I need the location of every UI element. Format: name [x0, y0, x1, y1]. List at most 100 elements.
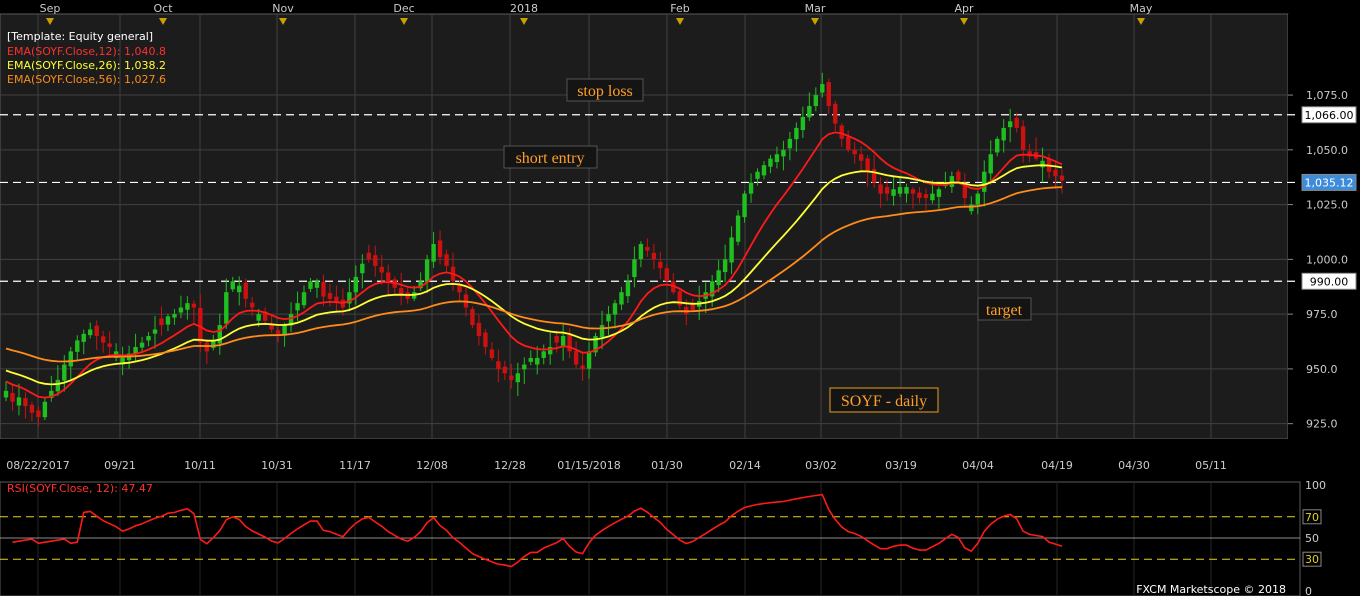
y-tick-label: 1,025.0	[1306, 199, 1348, 212]
candle-body	[664, 268, 670, 282]
candle-body	[949, 176, 955, 187]
annotation-chart-label-text: SOYF - daily	[841, 393, 927, 410]
candle-body	[152, 329, 158, 334]
candle-body	[256, 314, 261, 321]
candle-body	[722, 259, 728, 273]
candle-body	[735, 215, 741, 242]
candle-body	[515, 373, 521, 383]
month-marker-label: May	[1130, 2, 1153, 15]
candle-body	[308, 281, 313, 289]
candle-body	[165, 316, 171, 325]
candle-body	[761, 165, 767, 176]
y-tick-label: 1,075.0	[1306, 89, 1348, 102]
candle-body	[619, 292, 624, 305]
candle-body	[94, 325, 99, 337]
date-axis: 08/22/2017 09/21 10/11 10/31 11/17 12/08 12/28…	[6, 459, 1227, 472]
candle-body	[651, 252, 657, 260]
candle-body	[995, 138, 1000, 153]
candle-body	[846, 136, 851, 150]
candle-body	[185, 303, 190, 310]
date-tick-label: 05/11	[1195, 459, 1227, 472]
candle-body	[509, 375, 514, 380]
candle-body	[768, 158, 773, 167]
y-tick-label: 1,050.0	[1306, 144, 1348, 157]
candle-body	[10, 393, 15, 402]
rsi-tick-label: 100	[1305, 479, 1326, 492]
candle-body	[833, 103, 838, 124]
rsi-tick-label: 50	[1305, 532, 1319, 545]
rsi-legend: RSI(SOYF.Close, 12): 47.47	[7, 482, 153, 495]
legend-ema56: EMA(SOYF.Close,56): 1,027.6	[7, 73, 166, 86]
annotation-stop-loss-text: stop loss	[577, 83, 633, 100]
candle-body	[1014, 117, 1019, 128]
candle-body	[386, 272, 391, 282]
candle-body	[360, 263, 365, 274]
date-tick-label: 04/19	[1041, 459, 1073, 472]
candle-body	[1020, 126, 1026, 150]
annotation-short-entry-text: short entry	[516, 150, 585, 167]
date-tick-label: 09/21	[104, 459, 136, 472]
candle-body	[982, 171, 987, 192]
candle-body	[75, 340, 80, 352]
date-tick-label: 10/31	[261, 459, 293, 472]
month-marker-label: 2018	[510, 2, 538, 15]
candle-body	[528, 357, 533, 362]
candle-body	[969, 204, 974, 212]
month-marker-label: Mar	[805, 2, 826, 15]
candle-body	[858, 154, 864, 161]
candle-body	[658, 261, 663, 269]
date-tick-label: 08/22/2017	[6, 459, 69, 472]
candle-body	[269, 325, 274, 330]
candle-body	[16, 397, 22, 406]
candle-body	[159, 318, 164, 326]
candle-body	[748, 182, 754, 194]
annotation-stop-loss: stop loss	[566, 78, 644, 102]
candle-body	[645, 247, 650, 251]
candle-body	[88, 329, 93, 336]
main-plot-bg	[0, 13, 1289, 440]
candle-body	[23, 398, 28, 407]
date-tick-label: 12/28	[494, 459, 526, 472]
candle-body	[774, 154, 780, 163]
candle-body	[535, 357, 540, 365]
candle-body	[249, 302, 255, 308]
annotation-short-entry: short entry	[503, 145, 598, 169]
candle-body	[813, 95, 819, 107]
candle-body	[638, 244, 644, 260]
candle-body	[146, 336, 151, 341]
date-tick-label: 02/14	[729, 459, 761, 472]
rsi-tick-label: 0	[1305, 585, 1312, 596]
candle-body	[424, 259, 430, 283]
candle-body	[444, 254, 449, 266]
candle-body	[988, 154, 993, 174]
rsi-tick-label: 30	[1305, 553, 1319, 566]
candle-body	[366, 252, 371, 260]
y-tick-label: 1,000.0	[1306, 253, 1348, 266]
price-tag-label: 1,035.12	[1305, 176, 1354, 189]
candle-body	[1040, 160, 1045, 168]
candle-body	[353, 276, 359, 293]
candle-body	[178, 307, 184, 313]
date-tick-label: 04/30	[1118, 459, 1150, 472]
month-marker-label: Feb	[670, 2, 689, 15]
rsi-tick-label: 70	[1305, 511, 1319, 524]
candle-body	[930, 193, 935, 201]
month-marker-label: Sep	[40, 2, 61, 15]
candle-body	[483, 332, 488, 347]
candle-body	[891, 189, 896, 196]
candle-body	[230, 281, 235, 290]
candle-body	[554, 336, 559, 343]
candle-body	[599, 325, 605, 338]
candle-body	[36, 410, 41, 418]
annotation-target-text: target	[986, 302, 1023, 319]
candle-body	[612, 303, 618, 315]
rsi-plot-bg	[0, 481, 1301, 596]
date-tick-label: 11/17	[339, 459, 371, 472]
footer-credit: FXCM Marketscope © 2018	[1136, 583, 1286, 596]
candle-body	[716, 270, 721, 286]
candle-body	[781, 149, 786, 157]
candle-body	[606, 314, 611, 322]
candle-body	[852, 149, 857, 155]
candle-body	[301, 292, 307, 306]
candle-body	[81, 333, 86, 342]
